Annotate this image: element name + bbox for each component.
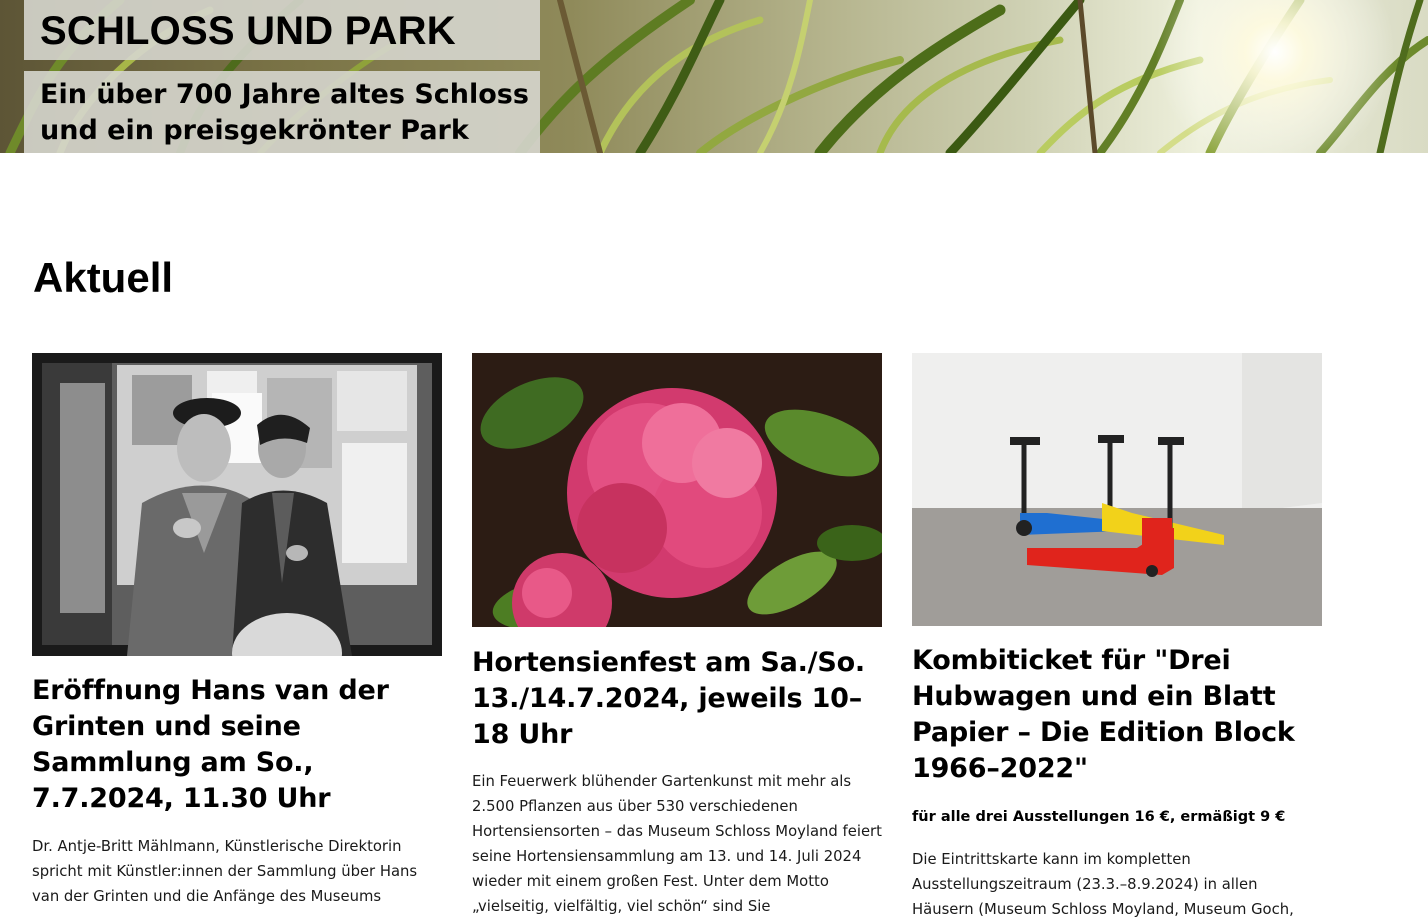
card-image-hubwagen[interactable]	[912, 353, 1322, 626]
bw-photo-two-men	[32, 353, 442, 656]
news-card-grinten[interactable]: Eröffnung Hans van der Grinten und seine…	[32, 353, 442, 909]
card-title[interactable]: Eröffnung Hans van der Grinten und seine…	[32, 673, 442, 817]
news-card-kombiticket[interactable]: Kombiticket für "Drei Hubwagen und ein B…	[912, 353, 1322, 922]
pallet-trucks-photo	[912, 353, 1322, 626]
section-title-aktuell: Aktuell	[33, 254, 174, 301]
hydrangea-photo	[472, 353, 882, 627]
hero-subtitle-box: Ein über 700 Jahre altes Schloss und ein…	[24, 71, 540, 153]
card-image-grinten[interactable]	[32, 353, 442, 656]
card-title[interactable]: Kombiticket für "Drei Hubwagen und ein B…	[912, 643, 1322, 787]
hero-subtitle: Ein über 700 Jahre altes Schloss und ein…	[40, 79, 529, 146]
hero-title-box: SCHLOSS UND PARK	[24, 0, 540, 60]
card-text: Ein Feuerwerk blühender Gartenkunst mit …	[472, 773, 882, 915]
news-card-hortensienfest[interactable]: Hortensienfest am Sa./So. 13./14.7.2024,…	[472, 353, 882, 919]
hero-title: SCHLOSS UND PARK	[40, 9, 456, 53]
card-title[interactable]: Hortensienfest am Sa./So. 13./14.7.2024,…	[472, 645, 882, 753]
hero-banner: SCHLOSS UND PARK Ein über 700 Jahre alte…	[0, 0, 1428, 153]
card-text: Dr. Antje-Britt Mählmann, Künstlerische …	[32, 838, 418, 905]
card-lead: für alle drei Ausstellungen 16 €, ermäßi…	[912, 809, 1286, 825]
card-image-hortensie[interactable]	[472, 353, 882, 627]
